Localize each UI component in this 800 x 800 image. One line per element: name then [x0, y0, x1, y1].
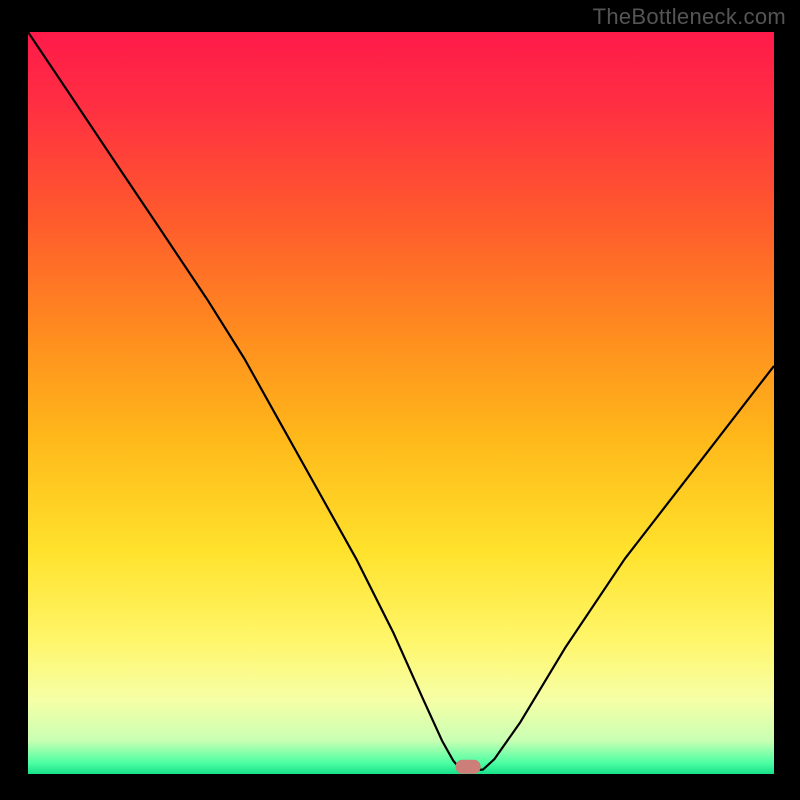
- chart-container: TheBottleneck.com: [0, 0, 800, 800]
- plot-background: [28, 32, 774, 774]
- watermark-text: TheBottleneck.com: [593, 4, 786, 30]
- bottleneck-chart: [0, 0, 800, 800]
- optimal-point-marker: [456, 760, 480, 773]
